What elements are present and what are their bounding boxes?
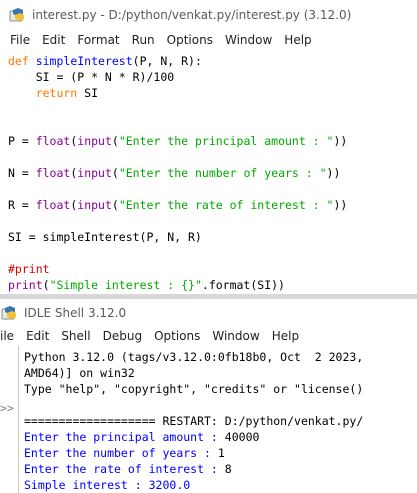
shell-menu-edit[interactable]: Edit: [20, 329, 55, 343]
idle-app-icon: [9, 8, 24, 22]
shell-banner-line: AMD64)] on win32: [24, 366, 135, 380]
shell-menu-help[interactable]: Help: [266, 329, 305, 343]
code-line-def: def simpleInterest(P, N, R):: [8, 54, 202, 68]
menu-format[interactable]: Format: [71, 33, 125, 47]
shell-prompt-gutter: [0, 346, 19, 493]
shell-prompt: >>: [0, 401, 14, 415]
shell-menu-debug[interactable]: Debug: [97, 329, 148, 343]
code-line-input-p: P = float(input("Enter the principal amo…: [8, 134, 348, 148]
code-line-input-n: N = float(input("Enter the number of yea…: [8, 166, 341, 180]
menu-help[interactable]: Help: [278, 33, 317, 47]
code-line-comment: #print: [8, 262, 50, 276]
shell-output-line: Enter the rate of interest : 8: [24, 462, 232, 476]
code-line-return: return SI: [8, 86, 99, 100]
shell-menu-options[interactable]: Options: [148, 329, 206, 343]
shell-menu-bar: ile Edit Shell Debug Options Window Help: [0, 326, 417, 346]
code-line-input-r: R = float(input("Enter the rate of inter…: [8, 198, 348, 212]
menu-window[interactable]: Window: [219, 33, 278, 47]
code-editor[interactable]: def simpleInterest(P, N, R): SI = (P * N…: [0, 50, 417, 294]
shell-output[interactable]: Python 3.12.0 (tags/v3.12.0:0fb18b0, Oct…: [20, 346, 417, 493]
editor-title-bar: interest.py - D:/python/venkat.py/intere…: [0, 0, 417, 30]
shell-title-text: IDLE Shell 3.12.0: [24, 305, 127, 320]
menu-file[interactable]: File: [4, 33, 36, 47]
shell-output-line: Simple interest : 3200.0: [24, 478, 191, 492]
shell-menu-window[interactable]: Window: [206, 329, 265, 343]
shell-menu-shell[interactable]: Shell: [55, 329, 96, 343]
shell-output-line: Enter the number of years : 1: [24, 446, 225, 460]
menu-options[interactable]: Options: [161, 33, 219, 47]
shell-restart-line: =================== RESTART: D:/python/v…: [24, 414, 364, 428]
shell-menu-file[interactable]: ile: [0, 329, 20, 343]
menu-edit[interactable]: Edit: [36, 33, 71, 47]
editor-title-text: interest.py - D:/python/venkat.py/intere…: [32, 8, 352, 22]
menu-run[interactable]: Run: [126, 33, 161, 47]
code-line-call: SI = simpleInterest(P, N, R): [8, 230, 202, 244]
shell-banner-line: Python 3.12.0 (tags/v3.12.0:0fb18b0, Oct…: [24, 350, 364, 364]
shell-output-line: Enter the principal amount : 40000: [24, 430, 260, 444]
idle-app-icon: [1, 305, 16, 319]
editor-menu-bar: File Edit Format Run Options Window Help: [0, 30, 417, 50]
code-line-si-calc: SI = (P * N * R)/100: [8, 70, 175, 84]
gutter-separator: [18, 346, 19, 493]
shell-banner-line: Type "help", "copyright", "credits" or "…: [24, 382, 364, 396]
code-line-print: print("Simple interest : {}".format(SI)): [8, 278, 285, 292]
shell-title-bar: IDLE Shell 3.12.0: [0, 299, 417, 326]
